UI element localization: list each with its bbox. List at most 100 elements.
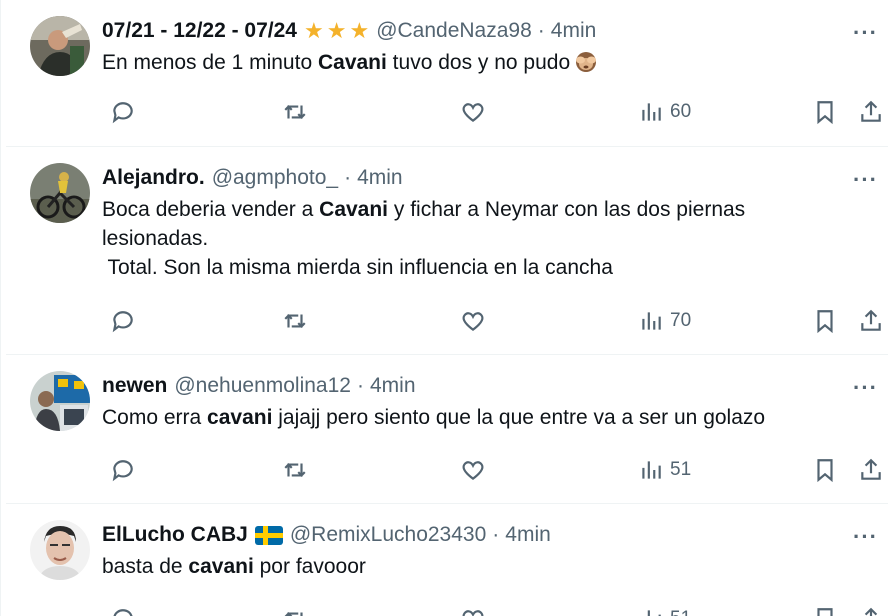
reply-icon xyxy=(112,311,133,333)
heart-icon xyxy=(462,461,484,481)
bookmark-icon xyxy=(817,608,833,616)
bookmark-button[interactable] xyxy=(812,457,838,483)
avatar[interactable] xyxy=(30,371,90,431)
bookmark-icon xyxy=(817,459,833,483)
tweet-header: ElLucho CABJ @RemixLucho23430 · 4min xyxy=(102,520,872,550)
bookmark-icon xyxy=(817,310,833,334)
more-dots-icon[interactable]: ··· xyxy=(853,167,878,193)
user-handle[interactable]: @nehuenmolina12 xyxy=(174,374,351,398)
reply-button[interactable] xyxy=(110,99,136,125)
tweet-text: En menos de 1 minuto Cavani tuvo dos y n… xyxy=(102,48,872,77)
retweet-icon xyxy=(284,612,303,616)
view-count: 70 xyxy=(670,310,692,331)
user-handle[interactable]: @RemixLucho23430 xyxy=(290,523,486,547)
sweden-flag-icon xyxy=(254,525,283,545)
action-bar: 60 xyxy=(102,94,882,130)
see-no-evil-monkey-icon xyxy=(574,49,598,73)
heart-icon xyxy=(462,610,484,616)
more-dots-icon[interactable]: ··· xyxy=(853,524,878,550)
share-button[interactable] xyxy=(858,308,884,334)
more-dots-icon[interactable]: ··· xyxy=(853,375,878,401)
separator-dot: · xyxy=(356,374,364,397)
feed-border xyxy=(0,0,1,616)
timestamp[interactable]: 4min xyxy=(357,166,403,190)
share-button[interactable] xyxy=(858,457,884,483)
action-bar: 51 xyxy=(102,452,882,488)
heart-icon xyxy=(462,103,484,123)
bookmark-icon xyxy=(817,101,833,125)
more-dots-icon[interactable]: ··· xyxy=(853,20,878,46)
tweet-header: Alejandro. @agmphoto_ · 4min xyxy=(102,163,872,193)
like-button[interactable] xyxy=(460,457,486,483)
timestamp[interactable]: 4min xyxy=(370,374,416,398)
action-bar: 70 xyxy=(102,303,882,339)
timestamp[interactable]: 4min xyxy=(551,19,597,43)
retweet-button[interactable] xyxy=(282,606,308,616)
share-icon xyxy=(864,607,878,616)
retweet-icon xyxy=(284,314,306,328)
bookmark-button[interactable] xyxy=(812,308,838,334)
retweet-icon xyxy=(284,105,306,119)
tweet-header: newen @nehuenmolina12 · 4min xyxy=(102,371,872,401)
tweet[interactable]: Alejandro. @agmphoto_ · 4min Boca deberi… xyxy=(6,147,888,355)
views-button[interactable]: 60 xyxy=(638,99,691,125)
reply-icon xyxy=(112,460,133,482)
tweet-text: Boca deberia vender a Cavani y fichar a … xyxy=(102,198,746,279)
reply-icon xyxy=(112,102,133,124)
timeline-feed: 07/21 - 12/22 - 07/24 ★ ★ ★ @CandeNaza98… xyxy=(0,0,888,616)
views-button[interactable]: 51 xyxy=(638,457,691,483)
avatar[interactable] xyxy=(30,520,90,580)
share-icon xyxy=(861,100,881,122)
views-button[interactable]: 51 xyxy=(638,606,691,616)
user-handle[interactable]: @CandeNaza98 xyxy=(376,19,532,43)
retweet-button[interactable] xyxy=(282,457,308,483)
display-name[interactable]: 07/21 - 12/22 - 07/24 xyxy=(102,19,297,43)
views-chart-icon xyxy=(642,103,661,121)
user-handle[interactable]: @agmphoto_ xyxy=(212,166,338,190)
bookmark-button[interactable] xyxy=(812,99,838,125)
star-badge: ★ ★ ★ xyxy=(301,18,369,44)
separator-dot: · xyxy=(537,19,545,42)
display-name[interactable]: ElLucho CABJ xyxy=(102,523,248,547)
tweet[interactable]: ElLucho CABJ @RemixLucho23430 · 4min bas… xyxy=(6,504,888,616)
views-chart-icon xyxy=(647,610,661,616)
views-chart-icon xyxy=(642,312,661,330)
tweet[interactable]: newen @nehuenmolina12 · 4min Como erra c… xyxy=(6,355,888,504)
action-bar: 51 xyxy=(102,601,882,616)
display-name[interactable]: Alejandro. xyxy=(102,166,205,190)
reply-button[interactable] xyxy=(110,308,136,334)
views-chart-icon xyxy=(642,461,661,479)
tweet-header: 07/21 - 12/22 - 07/24 ★ ★ ★ @CandeNaza98… xyxy=(102,16,872,46)
avatar[interactable] xyxy=(30,16,90,76)
like-button[interactable] xyxy=(460,606,486,616)
retweet-button[interactable] xyxy=(282,308,308,334)
share-button[interactable] xyxy=(858,99,884,125)
star-icon: ★ xyxy=(303,18,324,43)
share-button[interactable] xyxy=(858,606,884,616)
view-count: 51 xyxy=(670,459,692,480)
like-button[interactable] xyxy=(460,308,486,334)
heart-icon xyxy=(462,312,484,332)
tweet-text: Como erra cavani jajajj pero siento que … xyxy=(102,406,766,429)
avatar[interactable] xyxy=(30,163,90,223)
tweet-text: basta de cavani por favooor xyxy=(102,555,366,578)
separator-dot: · xyxy=(344,166,352,189)
share-icon xyxy=(861,309,881,331)
like-button[interactable] xyxy=(460,99,486,125)
retweet-icon xyxy=(284,463,306,477)
view-count: 51 xyxy=(670,608,691,616)
bookmark-button[interactable] xyxy=(812,606,838,616)
star-icon: ★ xyxy=(349,18,370,43)
timestamp[interactable]: 4min xyxy=(505,523,551,547)
reply-button[interactable] xyxy=(110,606,136,616)
separator-dot: · xyxy=(492,523,500,546)
tweet[interactable]: 07/21 - 12/22 - 07/24 ★ ★ ★ @CandeNaza98… xyxy=(6,0,888,147)
display-name[interactable]: newen xyxy=(102,374,167,398)
star-icon: ★ xyxy=(326,18,347,43)
share-icon xyxy=(861,458,881,480)
views-button[interactable]: 70 xyxy=(638,308,691,334)
retweet-button[interactable] xyxy=(282,99,308,125)
view-count: 60 xyxy=(670,101,692,122)
reply-button[interactable] xyxy=(110,457,136,483)
reply-icon xyxy=(113,609,133,616)
